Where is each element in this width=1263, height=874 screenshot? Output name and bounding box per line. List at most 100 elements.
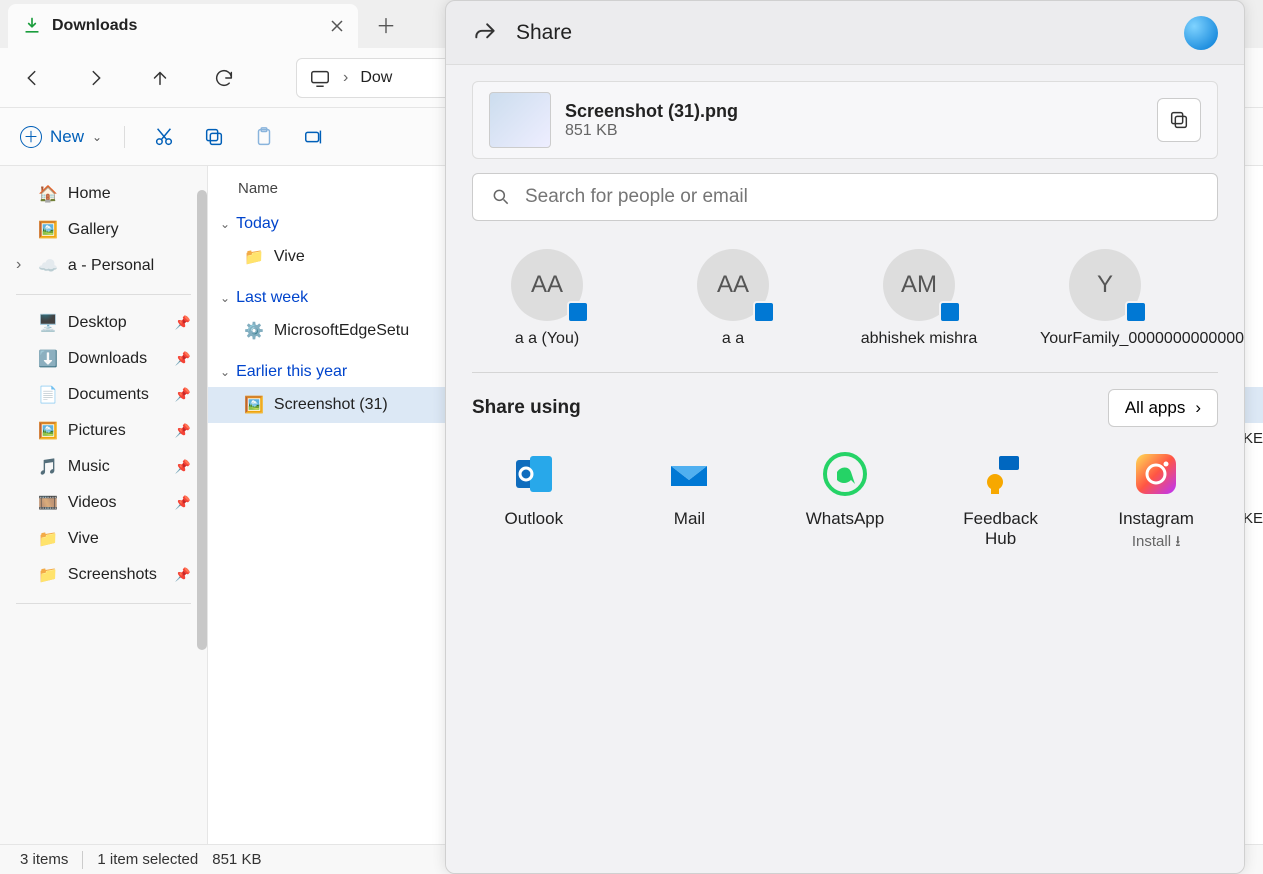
sidebar-label: Music	[68, 458, 110, 476]
app-instagram[interactable]: Instagram Install ⭳	[1102, 449, 1210, 556]
paste-icon[interactable]	[253, 126, 275, 148]
app-name: Outlook	[480, 509, 588, 529]
user-avatar[interactable]	[1184, 16, 1218, 50]
chevron-right-icon: ›	[1195, 398, 1201, 418]
contact-avatar: Y	[1069, 249, 1141, 321]
contact-name: YourFamily_00000000000000…	[1040, 329, 1170, 348]
status-divider	[82, 851, 83, 869]
chevron-down-icon: ⌄	[92, 130, 102, 144]
outlook-icon	[509, 449, 559, 499]
install-icon: ⭳	[1175, 533, 1180, 550]
pin-icon: 📌	[175, 315, 191, 331]
contact-item[interactable]: AA a a (You)	[482, 249, 612, 348]
outlook-badge-icon	[567, 301, 589, 323]
chevron-down-icon: ⌄	[220, 217, 230, 231]
cut-icon[interactable]	[153, 126, 175, 148]
contact-initials: AM	[901, 271, 937, 299]
group-label: Last week	[236, 289, 308, 307]
refresh-button[interactable]	[212, 66, 236, 90]
status-size: 851 KB	[212, 851, 261, 868]
file-name: Screenshot (31).png	[565, 101, 738, 122]
search-icon	[491, 187, 511, 207]
rename-icon[interactable]	[303, 126, 325, 148]
feedback-hub-icon	[976, 449, 1026, 499]
share-search-input[interactable]	[525, 186, 1199, 208]
app-outlook[interactable]: Outlook	[480, 449, 588, 556]
chevron-down-icon: ⌄	[220, 291, 230, 305]
pin-icon: 📌	[175, 351, 191, 367]
share-title: Share	[516, 21, 572, 45]
apps-row: Outlook Mail WhatsApp Feedback Hub Insta…	[472, 449, 1218, 556]
app-mail[interactable]: Mail	[636, 449, 744, 556]
contacts-row: AA a a (You) AA a a AM abhishek mishra Y…	[472, 249, 1218, 348]
share-header: Share	[446, 1, 1244, 65]
contact-name: a a (You)	[482, 329, 612, 348]
share-icon	[472, 20, 498, 46]
contact-initials: Y	[1097, 271, 1113, 299]
desktop-icon: 🖥️	[38, 313, 58, 333]
sidebar-label: a - Personal	[68, 257, 154, 275]
close-icon[interactable]	[330, 19, 344, 33]
status-selection: 1 item selected	[97, 851, 198, 868]
sidebar-item-music[interactable]: 🎵Music📌	[4, 449, 203, 485]
file-name: MicrosoftEdgeSetu	[274, 322, 409, 340]
contact-item[interactable]: AA a a	[668, 249, 798, 348]
new-label: New	[50, 127, 84, 147]
app-name: Mail	[636, 509, 744, 529]
contact-avatar: AA	[511, 249, 583, 321]
sidebar-item-home[interactable]: 🏠 Home	[4, 176, 203, 212]
sidebar: 🏠 Home 🖼️ Gallery ☁️ a - Personal 🖥️ Desk…	[0, 166, 208, 844]
sidebar-item-gallery[interactable]: 🖼️ Gallery	[4, 212, 203, 248]
file-size: 851 KB	[565, 122, 738, 140]
app-whatsapp[interactable]: WhatsApp	[791, 449, 899, 556]
copy-icon[interactable]	[203, 126, 225, 148]
sidebar-divider	[16, 294, 191, 295]
sidebar-item-downloads[interactable]: ⬇️ Downloads 📌	[4, 341, 203, 377]
truncated-text: KE	[1243, 398, 1263, 478]
sidebar-item-vive[interactable]: 📁Vive	[4, 521, 203, 557]
chevron-down-icon: ⌄	[220, 365, 230, 379]
contact-initials: AA	[717, 271, 749, 299]
sidebar-item-documents[interactable]: 📄 Documents 📌	[4, 377, 203, 413]
whatsapp-icon	[820, 449, 870, 499]
new-tab-button[interactable]: ＋	[366, 4, 406, 44]
download-icon: ⬇️	[38, 349, 58, 369]
copy-button[interactable]	[1157, 98, 1201, 142]
sidebar-item-desktop[interactable]: 🖥️ Desktop 📌	[4, 305, 203, 341]
new-button[interactable]: ＋ New ⌄	[20, 126, 125, 148]
folder-icon: 📁	[38, 529, 58, 549]
active-tab[interactable]: Downloads	[8, 4, 358, 48]
share-search[interactable]	[472, 173, 1218, 221]
contact-name: a a	[668, 329, 798, 348]
share-panel: Share Screenshot (31).png 851 KB AA a a …	[445, 0, 1245, 874]
app-name: Instagram	[1102, 509, 1210, 529]
truncated-text: KE	[1243, 478, 1263, 558]
home-icon: 🏠	[38, 184, 58, 204]
pin-icon: 📌	[175, 387, 191, 403]
back-button[interactable]	[20, 66, 44, 90]
contact-item[interactable]: AM abhishek mishra	[854, 249, 984, 348]
forward-button[interactable]	[84, 66, 108, 90]
file-name: Vive	[274, 248, 305, 266]
up-button[interactable]	[148, 66, 172, 90]
sidebar-item-pictures[interactable]: 🖼️Pictures📌	[4, 413, 203, 449]
folder-icon: 📁	[244, 247, 264, 267]
contact-avatar: AA	[697, 249, 769, 321]
all-apps-button[interactable]: All apps ›	[1108, 389, 1218, 427]
sidebar-label: Documents	[68, 386, 149, 404]
this-pc-icon	[309, 67, 331, 89]
sidebar-item-onedrive[interactable]: ☁️ a - Personal	[4, 248, 203, 284]
file-name: Screenshot (31)	[274, 396, 388, 414]
share-using-label: Share using	[472, 397, 581, 419]
sidebar-item-screenshots[interactable]: 📁Screenshots📌	[4, 557, 203, 593]
scrollbar-thumb[interactable]	[197, 190, 207, 650]
sidebar-item-videos[interactable]: 🎞️Videos📌	[4, 485, 203, 521]
contact-initials: AA	[531, 271, 563, 299]
documents-icon: 📄	[38, 385, 58, 405]
sidebar-label: Home	[68, 185, 111, 203]
contact-item[interactable]: Y YourFamily_00000000000000…	[1040, 249, 1170, 348]
sidebar-label: Downloads	[68, 350, 147, 368]
app-feedback-hub[interactable]: Feedback Hub	[947, 449, 1055, 556]
breadcrumb-segment[interactable]: Dow	[360, 69, 392, 87]
sidebar-label: Desktop	[68, 314, 127, 332]
